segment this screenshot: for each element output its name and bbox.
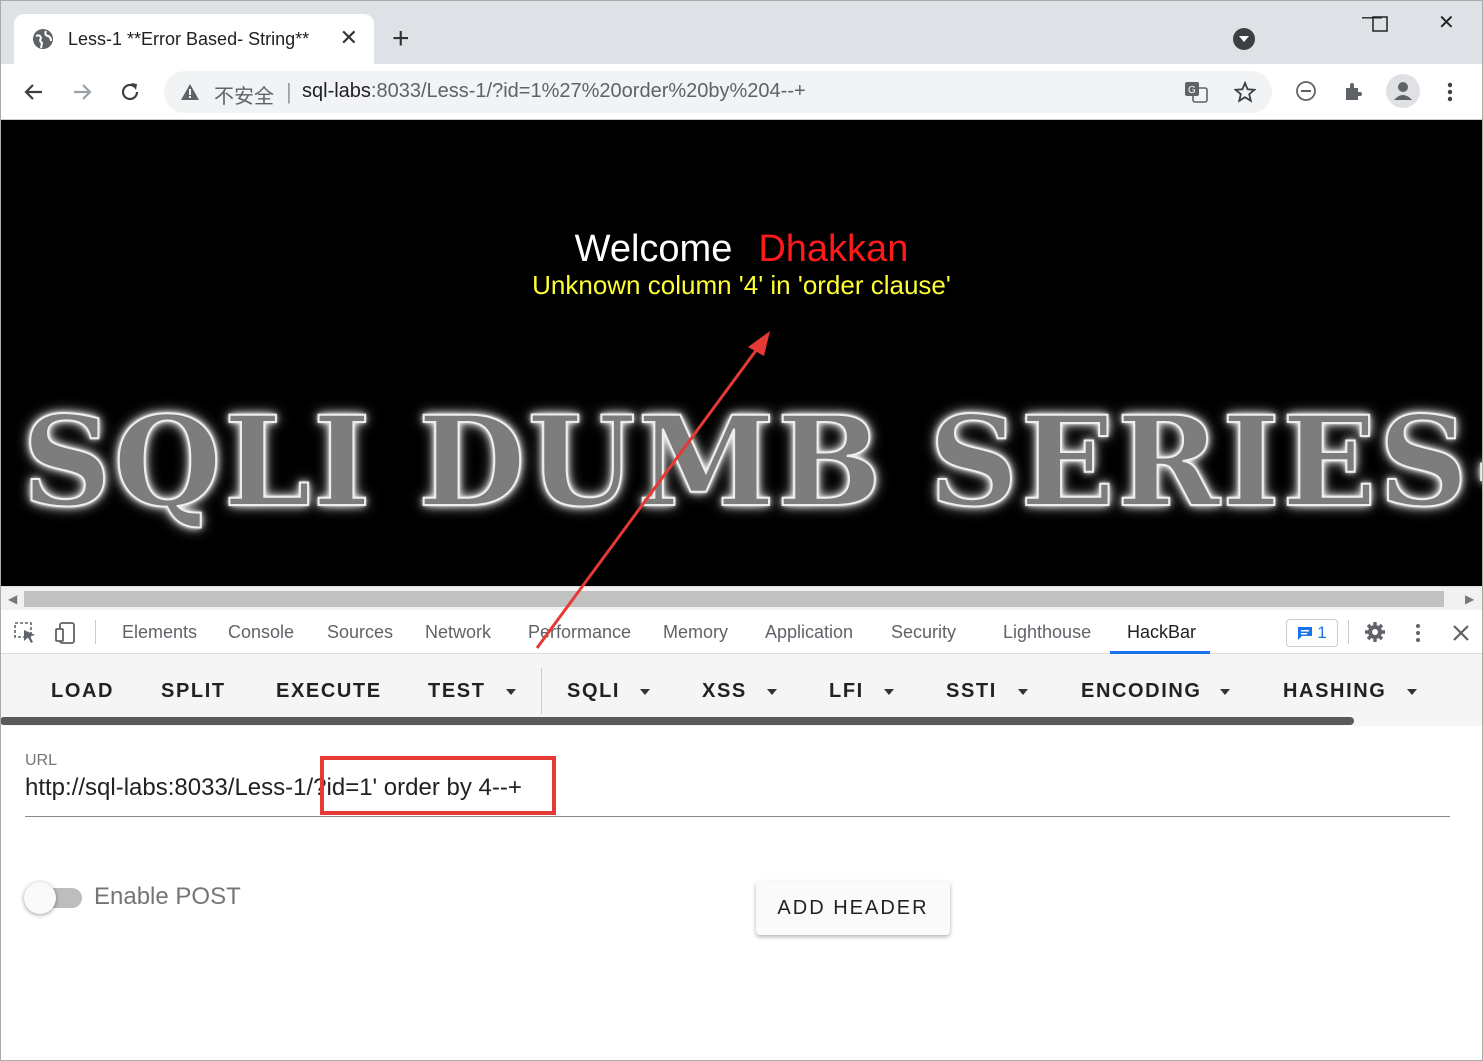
warning-icon[interactable]	[180, 82, 200, 102]
url-rest: :8033/Less-1/?id=1%27%20order%20by%204--…	[370, 80, 806, 102]
hackbar-menu-scrollbar[interactable]	[0, 716, 1483, 726]
omnibox-url[interactable]: sql-labs:8033/Less-1/?id=1%27%20order%20…	[302, 80, 806, 103]
forward-icon[interactable]	[68, 78, 96, 106]
hackbar-divider	[541, 668, 542, 714]
devtools-divider-right	[1348, 620, 1349, 644]
page-viewport: Welcome Dhakkan Unknown column '4' in 'or…	[0, 120, 1483, 586]
welcome-name: Dhakkan	[758, 228, 909, 270]
close-icon[interactable]	[1452, 624, 1470, 642]
execute-button[interactable]: EXECUTE	[276, 680, 382, 703]
enable-post-label: Enable POST	[94, 883, 241, 910]
chevron-down-icon[interactable]	[1407, 689, 1417, 695]
extensions-icon[interactable]	[1342, 80, 1366, 104]
profile-icon[interactable]	[1386, 74, 1420, 108]
tab-search-icon[interactable]	[1233, 28, 1255, 50]
reload-icon[interactable]	[116, 78, 144, 106]
chevron-down-icon[interactable]	[767, 689, 777, 695]
add-header-button[interactable]: ADD HEADER	[756, 881, 950, 935]
issues-count: 1	[1317, 623, 1327, 642]
hashing-menu[interactable]: HASHING	[1283, 680, 1386, 703]
tab-title: Less-1 **Error Based- String**	[68, 28, 310, 49]
tab-performance[interactable]: Performance	[528, 622, 631, 643]
tab-console[interactable]: Console	[228, 622, 294, 643]
globe-icon	[33, 29, 53, 49]
welcome-text: Welcome	[574, 228, 733, 270]
page-horizontal-scrollbar[interactable]: ◀ ▶	[0, 586, 1483, 610]
not-secure-label[interactable]: 不安全	[214, 80, 274, 109]
browser-tab[interactable]: Less-1 **Error Based- String** ✕	[14, 14, 374, 64]
devtools-divider	[95, 620, 96, 644]
sql-error-message: Unknown column '4' in 'order clause'	[532, 270, 951, 300]
back-icon[interactable]	[20, 78, 48, 106]
minus-circle-icon[interactable]	[1295, 80, 1317, 102]
ssti-menu[interactable]: SSTI	[946, 680, 997, 703]
gear-icon[interactable]	[1364, 621, 1386, 643]
test-menu[interactable]: TEST	[428, 680, 486, 703]
annotation-highlight-box	[320, 756, 556, 815]
kebab-menu-icon[interactable]	[1440, 80, 1460, 104]
issues-button[interactable]: 1	[1286, 619, 1338, 647]
chevron-down-icon[interactable]	[640, 689, 650, 695]
hackbar-scroll-thumb[interactable]	[0, 717, 1354, 725]
url-host: sql-labs	[302, 80, 371, 102]
tab-application[interactable]: Application	[765, 622, 853, 643]
load-button[interactable]: LOAD	[51, 680, 114, 703]
xss-menu[interactable]: XSS	[702, 680, 747, 703]
translate-icon[interactable]: G	[1184, 81, 1208, 103]
encoding-menu[interactable]: ENCODING	[1081, 680, 1202, 703]
tab-security[interactable]: Security	[891, 622, 956, 643]
scroll-left-icon[interactable]: ◀	[8, 592, 17, 606]
split-button[interactable]: SPLIT	[161, 680, 226, 703]
toggle-knob[interactable]	[24, 882, 56, 914]
tab-network[interactable]: Network	[425, 622, 491, 643]
chevron-down-icon[interactable]	[1220, 689, 1230, 695]
tab-close-icon[interactable]: ✕	[340, 27, 358, 49]
tab-memory[interactable]: Memory	[663, 622, 728, 643]
inspect-icon[interactable]	[14, 622, 38, 644]
svg-text:G: G	[1188, 85, 1196, 96]
sqli-menu[interactable]: SQLI	[567, 680, 620, 703]
devtools-menu-icon[interactable]	[1408, 622, 1428, 644]
window-close-button[interactable]: ✕	[1438, 10, 1455, 35]
address-bar[interactable]: 不安全 | sql-labs:8033/Less-1/?id=1%27%20or…	[164, 71, 1272, 113]
browser-toolbar: 不安全 | sql-labs:8033/Less-1/?id=1%27%20or…	[0, 64, 1483, 120]
hackbar-menu: LOAD SPLIT EXECUTE TEST SQLI XSS LFI SST…	[0, 654, 1483, 716]
maximize-button[interactable]	[1372, 16, 1388, 32]
tab-hackbar[interactable]: HackBar	[1127, 622, 1196, 643]
tab-lighthouse[interactable]: Lighthouse	[1003, 622, 1091, 643]
url-label: URL	[25, 752, 58, 769]
scrollbar-thumb[interactable]	[24, 591, 1444, 607]
tab-sources[interactable]: Sources	[327, 622, 393, 643]
tab-elements[interactable]: Elements	[122, 622, 197, 643]
new-tab-button[interactable]: +	[392, 24, 410, 54]
title-bar: Less-1 **Error Based- String** ✕ + — ✕	[0, 0, 1483, 64]
chevron-down-icon[interactable]	[506, 689, 516, 695]
chevron-down-icon[interactable]	[1018, 689, 1028, 695]
chevron-down-icon[interactable]	[884, 689, 894, 695]
message-icon	[1298, 627, 1313, 640]
omnibox-separator: |	[286, 79, 292, 104]
welcome-heading: Welcome Dhakkan	[0, 228, 1483, 271]
device-toolbar-icon[interactable]	[54, 621, 78, 645]
url-input-underline	[25, 816, 1450, 817]
devtools-tab-strip: Elements Console Sources Network Perform…	[0, 610, 1483, 654]
scroll-right-icon[interactable]: ▶	[1465, 592, 1474, 606]
star-icon[interactable]	[1234, 81, 1256, 103]
sqli-banner-image: SQLI DUMB SERIES-1	[21, 389, 1483, 536]
lfi-menu[interactable]: LFI	[829, 680, 864, 703]
